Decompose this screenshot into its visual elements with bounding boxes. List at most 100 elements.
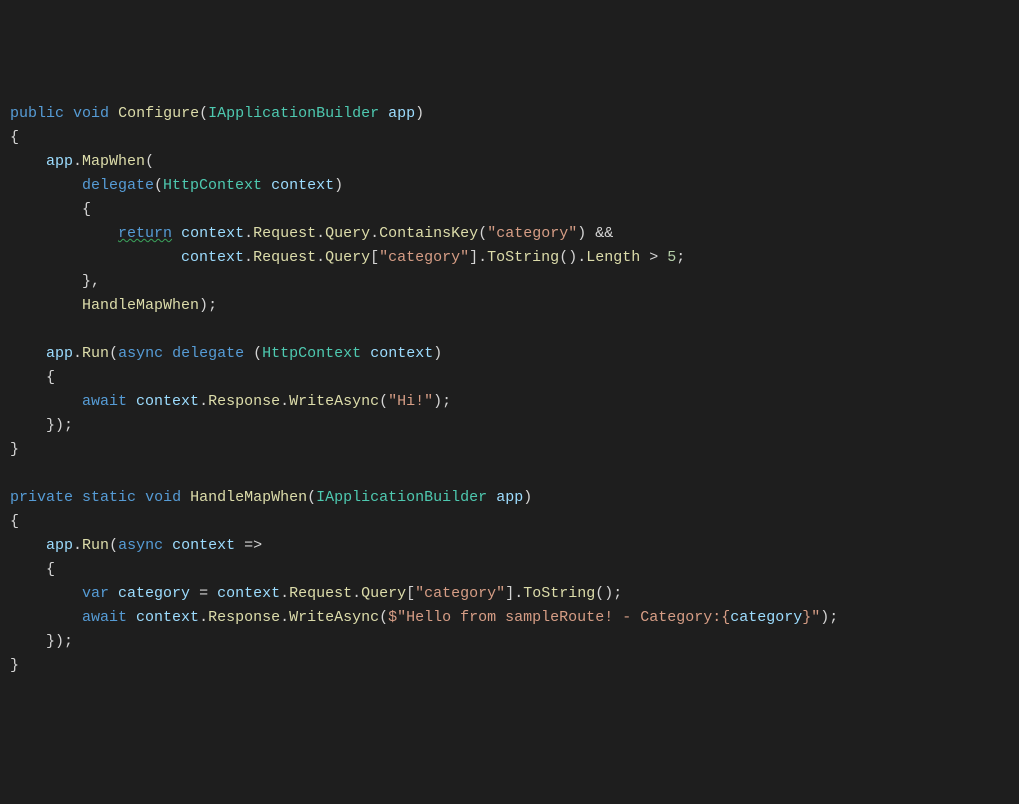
punct: ( <box>307 489 316 506</box>
keyword-public: public <box>10 105 64 122</box>
operator: => <box>235 537 262 554</box>
keyword-void: void <box>73 105 109 122</box>
keyword-await: await <box>82 609 127 626</box>
punct: . <box>316 249 325 266</box>
code-line: }); <box>10 633 73 650</box>
punct: . <box>478 249 487 266</box>
interp-var: category <box>730 609 802 626</box>
punct: [ <box>370 249 379 266</box>
punct: . <box>280 585 289 602</box>
punct: ) <box>523 489 532 506</box>
punct: . <box>316 225 325 242</box>
method-call: WriteAsync <box>289 393 379 410</box>
punct: ] <box>505 585 514 602</box>
string-literal: }" <box>802 609 820 626</box>
brace: } <box>10 657 19 674</box>
punct: . <box>244 225 253 242</box>
punct: ( <box>109 345 118 362</box>
code-line <box>10 321 19 338</box>
punct: ) <box>433 345 442 362</box>
code-line: context.Request.Query["category"].ToStri… <box>10 249 685 266</box>
code-line: app.Run(async delegate (HttpContext cont… <box>10 345 442 362</box>
code-line: return context.Request.Query.ContainsKey… <box>10 225 613 242</box>
param: context <box>271 177 334 194</box>
punct: . <box>577 249 586 266</box>
punct: ( <box>154 177 163 194</box>
method-call: MapWhen <box>82 153 145 170</box>
punct: ; <box>442 393 451 410</box>
punct: ; <box>676 249 685 266</box>
punct: . <box>73 153 82 170</box>
punct: . <box>73 345 82 362</box>
punct: ( <box>379 609 388 626</box>
punct: ; <box>613 585 622 602</box>
punct: ) <box>55 633 64 650</box>
punct: ) <box>820 609 829 626</box>
property: Query <box>325 249 370 266</box>
punct: ) <box>415 105 424 122</box>
code-line: await context.Response.WriteAsync("Hi!")… <box>10 393 451 410</box>
method-call: WriteAsync <box>289 609 379 626</box>
punct: . <box>280 393 289 410</box>
punct: ( <box>109 537 118 554</box>
keyword-static: static <box>82 489 136 506</box>
param: context <box>172 537 235 554</box>
string-literal: "category" <box>487 225 577 242</box>
punct: . <box>199 393 208 410</box>
property: Length <box>586 249 640 266</box>
punct: ) <box>577 225 586 242</box>
method-ref: HandleMapWhen <box>82 297 199 314</box>
punct: . <box>280 609 289 626</box>
code-line: { <box>10 129 19 146</box>
variable: context <box>136 393 199 410</box>
punct: ) <box>199 297 208 314</box>
keyword-private: private <box>10 489 73 506</box>
keyword-void: void <box>145 489 181 506</box>
keyword-delegate: delegate <box>172 345 244 362</box>
punct: ] <box>469 249 478 266</box>
string-literal: "category" <box>415 585 505 602</box>
variable: context <box>136 609 199 626</box>
punct: . <box>73 537 82 554</box>
number-literal: 5 <box>667 249 676 266</box>
keyword-return: return <box>118 225 172 242</box>
code-line: } <box>10 441 19 458</box>
punct: ; <box>64 417 73 434</box>
string-dollar: $ <box>388 609 397 626</box>
property: Query <box>325 225 370 242</box>
punct: ( <box>379 393 388 410</box>
brace: } <box>82 273 91 290</box>
code-line: app.MapWhen( <box>10 153 154 170</box>
code-line: { <box>10 561 55 578</box>
punct: ) <box>334 177 343 194</box>
code-line: var category = context.Request.Query["ca… <box>10 585 622 602</box>
method-call: ToString <box>487 249 559 266</box>
punct: . <box>352 585 361 602</box>
keyword-var: var <box>82 585 109 602</box>
punct: , <box>91 273 100 290</box>
brace: } <box>46 417 55 434</box>
property: Request <box>253 225 316 242</box>
code-line: await context.Response.WriteAsync($"Hell… <box>10 609 838 626</box>
punct: ( <box>145 153 154 170</box>
code-line: { <box>10 369 55 386</box>
code-line: delegate(HttpContext context) <box>10 177 343 194</box>
code-line: }); <box>10 417 73 434</box>
string-literal: "Hello from sampleRoute! - Category:{ <box>397 609 730 626</box>
variable: category <box>118 585 190 602</box>
keyword-await: await <box>82 393 127 410</box>
punct: () <box>595 585 613 602</box>
operator: > <box>640 249 667 266</box>
variable: app <box>46 345 73 362</box>
keyword-async: async <box>118 537 163 554</box>
punct: . <box>244 249 253 266</box>
punct: ; <box>829 609 838 626</box>
code-line: { <box>10 201 91 218</box>
brace: { <box>46 561 55 578</box>
property: Response <box>208 393 280 410</box>
brace: { <box>46 369 55 386</box>
operator: = <box>190 585 217 602</box>
code-line: private static void HandleMapWhen(IAppli… <box>10 489 532 506</box>
variable: context <box>217 585 280 602</box>
code-line: public void Configure(IApplicationBuilde… <box>10 105 424 122</box>
